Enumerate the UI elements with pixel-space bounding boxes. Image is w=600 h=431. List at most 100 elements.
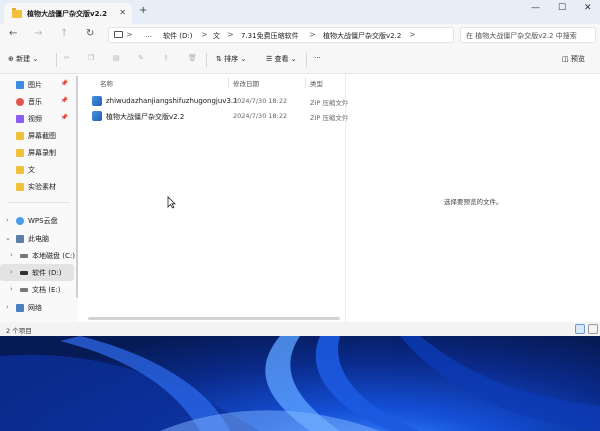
column-header-name[interactable]: 名称	[100, 78, 113, 88]
new-button[interactable]: ⊕ 新建 ⌄	[8, 54, 38, 64]
file-type: ZIP 压缩文件	[310, 114, 348, 122]
sidebar-item-music[interactable]: 音乐 📌	[0, 93, 74, 110]
breadcrumb-separator: >	[227, 30, 234, 39]
address-bar[interactable]: > … 软件 (D:) > 文 > 7.31免费压缩软件 > 植物大战僵尸杂交版…	[108, 27, 454, 43]
preview-pane-button[interactable]: ◫ 预览	[562, 54, 585, 64]
breadcrumb-wen[interactable]: 文	[213, 31, 220, 41]
drive-icon	[20, 270, 28, 275]
tab-current-folder[interactable]: 植物大战僵尸杂交版v2.2 ✕	[4, 3, 132, 24]
zip-file-icon	[92, 96, 102, 106]
sidebar-item-network[interactable]: 网络	[0, 299, 74, 316]
navigation-pane: 图片 📌 音乐 📌 视频 📌 屏幕截图 屏幕录制 文 实验素材 › WPS云盘 …	[0, 74, 78, 322]
minimize-button[interactable]: —	[531, 3, 540, 13]
column-header-type[interactable]: 类型	[310, 78, 323, 88]
navigation-bar: ← → ↑ ↻ > … 软件 (D:) > 文 > 7.31免费压缩软件 > 植…	[0, 24, 600, 46]
file-type: ZIP 压缩文件	[310, 99, 348, 107]
sidebar-item-label: 图片	[28, 80, 42, 89]
breadcrumb-current-folder[interactable]: 植物大战僵尸杂交版v2.2	[323, 31, 401, 41]
pin-icon[interactable]: 📌	[61, 114, 68, 121]
view-button[interactable]: ☰ 查看 ⌄	[266, 54, 297, 64]
refresh-button[interactable]: ↻	[86, 28, 94, 39]
up-button[interactable]: ↑	[60, 28, 68, 39]
column-divider[interactable]	[305, 77, 306, 88]
breadcrumb-compress-software[interactable]: 7.31免费压缩软件	[241, 31, 299, 41]
chevron-right-icon[interactable]: ›	[10, 268, 13, 276]
sidebar-item-label: 文档 (E:)	[32, 285, 61, 294]
drive-icon	[20, 253, 28, 258]
close-button[interactable]: ✕	[584, 3, 592, 13]
search-box[interactable]: 在 植物大战僵尸杂交版v2.2 中搜索	[460, 27, 596, 43]
sidebar-item-screenshots[interactable]: 屏幕截图	[0, 127, 74, 144]
sidebar-item-drive-c[interactable]: 本地磁盘 (C:)	[0, 247, 75, 264]
desktop-wallpaper	[0, 336, 600, 431]
toolbar-divider	[206, 53, 207, 67]
folder-icon	[12, 7, 22, 18]
breadcrumb-drive-d[interactable]: 软件 (D:)	[163, 31, 192, 41]
folder-icon	[16, 165, 24, 174]
maximize-button[interactable]: ☐	[558, 3, 566, 13]
new-tab-button[interactable]: +	[139, 5, 147, 16]
sidebar-item-screen-recordings[interactable]: 屏幕录制	[0, 144, 74, 161]
content-area: 图片 📌 音乐 📌 视频 📌 屏幕截图 屏幕录制 文 实验素材 › WPS云盘 …	[0, 74, 600, 322]
column-header-date[interactable]: 修改日期	[233, 78, 259, 88]
preview-message: 选择要预览的文件。	[444, 198, 503, 206]
folder-icon	[16, 131, 24, 140]
file-row[interactable]: zhiwudazhanjiangshifuzhugongjuv3.1 2024/…	[88, 93, 348, 108]
delete-icon[interactable]: 🗑	[188, 54, 197, 62]
rename-icon[interactable]: ✎	[138, 54, 144, 62]
file-explorer-window: 植物大战僵尸杂交版v2.2 ✕ + — ☐ ✕ ← → ↑ ↻ > … 软件 (…	[0, 0, 600, 336]
sidebar-item-this-pc[interactable]: 此电脑	[0, 230, 74, 247]
more-options-button[interactable]: ···	[314, 54, 321, 62]
sidebar-item-label: 文	[28, 165, 35, 174]
sidebar-item-label: WPS云盘	[28, 216, 58, 225]
breadcrumb-separator: >	[126, 30, 133, 39]
tab-close-icon[interactable]: ✕	[119, 8, 126, 17]
share-icon[interactable]: ⇪	[163, 54, 169, 62]
drive-icon	[20, 287, 28, 292]
file-date: 2024/7/30 18:22	[233, 97, 288, 105]
horizontal-scrollbar[interactable]	[88, 317, 340, 320]
breadcrumb-more[interactable]: …	[145, 31, 152, 39]
sidebar-item-experiment-materials[interactable]: 实验素材	[0, 178, 74, 195]
cloud-icon	[16, 216, 24, 225]
sidebar-item-wps-cloud[interactable]: WPS云盘	[0, 212, 74, 229]
file-name: 植物大战僵尸杂交版v2.2	[106, 113, 185, 121]
sidebar-item-videos[interactable]: 视频 📌	[0, 110, 74, 127]
paste-icon[interactable]: ▤	[113, 54, 120, 62]
sidebar-item-label: 视频	[28, 114, 42, 123]
sidebar-divider	[8, 202, 70, 203]
forward-button[interactable]: →	[34, 28, 42, 39]
pin-icon[interactable]: 📌	[61, 80, 68, 87]
sort-label: 排序	[224, 55, 239, 63]
sidebar-item-label: 软件 (D:)	[32, 268, 62, 277]
back-button[interactable]: ←	[9, 28, 17, 39]
wallpaper-swirl	[0, 336, 600, 431]
file-date: 2024/7/30 18:22	[233, 112, 288, 120]
sidebar-item-pictures[interactable]: 图片 📌	[0, 76, 74, 93]
details-view-icon[interactable]	[575, 324, 585, 334]
sidebar-item-label: 实验素材	[28, 182, 56, 191]
tiles-view-icon[interactable]	[588, 324, 598, 334]
breadcrumb-separator: >	[201, 30, 208, 39]
cut-icon[interactable]: ✂	[64, 54, 70, 62]
chevron-down-icon: ⌄	[240, 55, 247, 63]
sort-button[interactable]: ⇅ 排序 ⌄	[216, 54, 246, 64]
sidebar-item-wen[interactable]: 文	[0, 161, 74, 178]
file-row[interactable]: 植物大战僵尸杂交版v2.2 2024/7/30 18:22 ZIP 压缩文件	[88, 108, 348, 123]
sidebar-item-label: 屏幕录制	[28, 148, 56, 157]
breadcrumb-separator: >	[309, 30, 316, 39]
file-list: 名称 修改日期 类型 zhiwudazhanjiangshifuzhugongj…	[84, 74, 348, 322]
sidebar-scrollbar[interactable]	[76, 76, 78, 298]
copy-icon[interactable]: ❐	[88, 54, 94, 62]
chevron-down-icon: ⌄	[32, 55, 39, 63]
sidebar-item-label: 音乐	[28, 97, 42, 106]
pictures-icon	[16, 80, 24, 89]
preview-pane-divider[interactable]	[345, 74, 346, 322]
new-label: 新建	[16, 55, 31, 63]
pin-icon[interactable]: 📌	[61, 97, 68, 104]
sidebar-item-label: 本地磁盘 (C:)	[32, 251, 75, 260]
folder-icon	[16, 148, 24, 157]
search-placeholder: 在 植物大战僵尸杂交版v2.2 中搜索	[466, 32, 577, 40]
column-divider[interactable]	[228, 77, 229, 88]
sidebar-item-drive-e[interactable]: 文档 (E:)	[0, 281, 74, 298]
